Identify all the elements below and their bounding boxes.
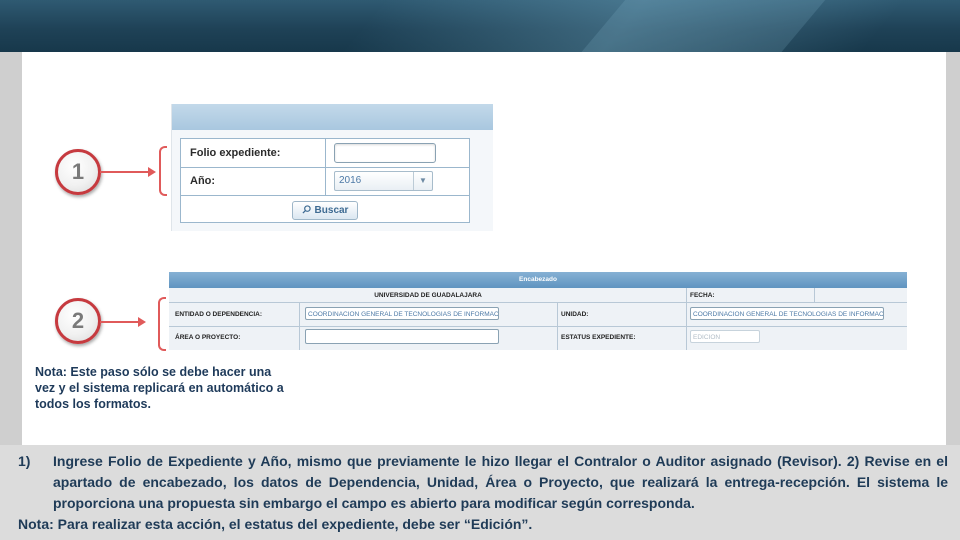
folio-row: Folio expediente: [181, 139, 469, 168]
step-2-badge: 2 [55, 298, 101, 344]
folio-label: Folio expediente: [190, 147, 281, 159]
top-banner [0, 0, 960, 52]
search-icon [302, 204, 311, 217]
search-form: Folio expediente: Año: 2016 ▼ Buscar [180, 138, 470, 223]
left-margin [0, 52, 22, 445]
encabezado-title: Encabezado [169, 272, 907, 288]
step-2-brace [158, 297, 166, 351]
chevron-down-icon[interactable]: ▼ [413, 172, 432, 190]
right-margin [946, 52, 960, 445]
instructions-text: 1) Ingrese Folio de Expediente y Año, mi… [18, 451, 948, 514]
instructions-number: 1) [18, 453, 31, 469]
step-1-number: 1 [71, 159, 85, 184]
step-2-number: 2 [71, 308, 85, 333]
area-input[interactable] [305, 329, 499, 344]
anio-label: Año: [190, 175, 216, 187]
bottom-note: Nota: Para realizar esta acción, el esta… [18, 516, 533, 532]
encabezado-panel: Encabezado UNIVERSIDAD DE GUADALAJARA FE… [169, 272, 907, 350]
step-1-brace [159, 146, 167, 196]
unidad-input[interactable]: COORDINACION GENERAL DE TECNOLOGIAS DE I… [690, 307, 884, 320]
fecha-label: FECHA: [690, 292, 715, 299]
universidad-label: UNIVERSIDAD DE GUADALAJARA [374, 292, 482, 299]
entidad-label: ENTIDAD O DEPENDENCIA: [175, 311, 263, 318]
step-2-arrow-head [138, 317, 146, 327]
buscar-label: Buscar [314, 205, 349, 216]
step-1-badge: 1 [55, 149, 101, 195]
step-1-arrow-head [148, 167, 156, 177]
step-1-arrow [100, 171, 148, 173]
area-label: ÁREA O PROYECTO: [175, 334, 241, 341]
step-2-arrow [100, 321, 138, 323]
buscar-button[interactable]: Buscar [292, 201, 358, 220]
entidad-input[interactable]: COORDINACION GENERAL DE TECNOLOGIAS DE I… [305, 307, 499, 320]
estatus-input: EDICION [690, 330, 760, 343]
anio-row: Año: 2016 ▼ [181, 167, 469, 196]
estatus-label: ESTATUS EXPEDIENTE: [561, 334, 636, 341]
folio-input[interactable] [334, 143, 436, 163]
anio-select[interactable]: 2016 ▼ [334, 171, 433, 191]
search-panel-header [172, 104, 493, 130]
step-note: Nota: Este paso sólo se debe hacer una v… [35, 365, 284, 411]
search-panel: Folio expediente: Año: 2016 ▼ Buscar [171, 104, 493, 231]
unidad-label: UNIDAD: [561, 311, 589, 318]
instructions-body: Ingrese Folio de Expediente y Año, mismo… [53, 453, 948, 511]
anio-value: 2016 [339, 175, 362, 186]
